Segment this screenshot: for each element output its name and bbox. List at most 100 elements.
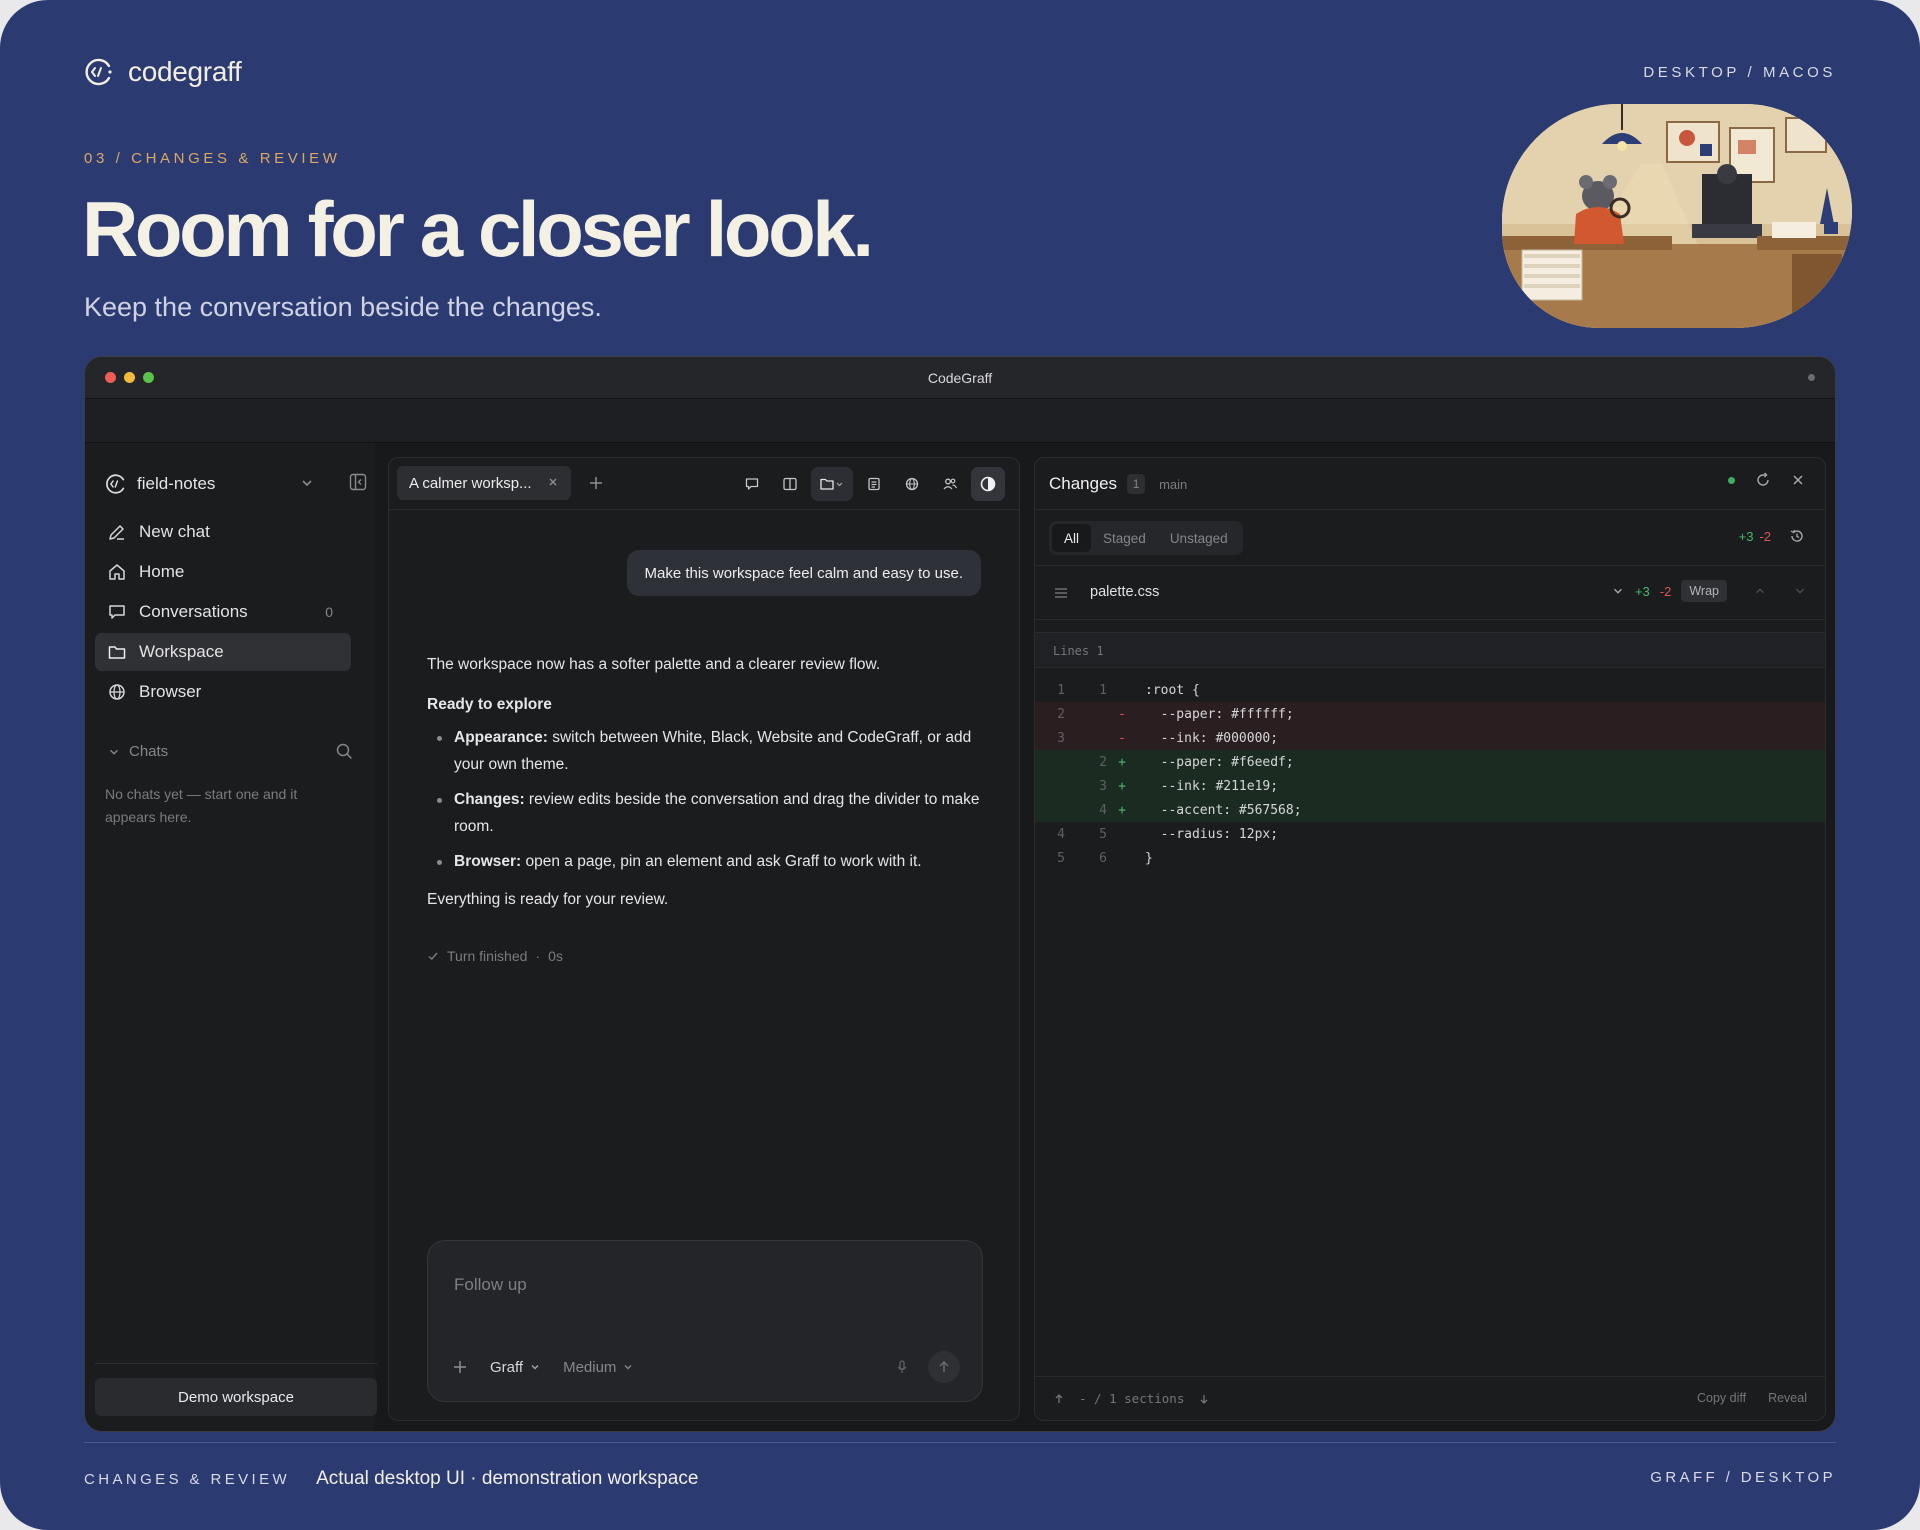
sidebar-item-conversations[interactable]: Conversations 0 bbox=[95, 593, 351, 631]
bullet-term: Browser: bbox=[454, 853, 522, 870]
arrow-up-icon[interactable] bbox=[1053, 1393, 1065, 1405]
file-additions: +3 bbox=[1634, 583, 1650, 599]
sidebar-item-label: Browser bbox=[139, 682, 202, 701]
sidebar-divider bbox=[95, 1363, 377, 1364]
split-view-button[interactable] bbox=[773, 467, 807, 501]
plus-icon[interactable] bbox=[452, 1359, 468, 1375]
effort-label: Medium bbox=[563, 1358, 617, 1376]
search-icon[interactable] bbox=[335, 742, 353, 760]
tab-conversation[interactable]: A calmer worksp... bbox=[397, 466, 571, 500]
copy-diff-button[interactable]: Copy diff bbox=[1697, 1391, 1746, 1405]
arrow-up-icon bbox=[939, 1360, 949, 1372]
chats-label: Chats bbox=[129, 743, 169, 760]
sidebar-item-workspace[interactable]: Workspace bbox=[95, 633, 351, 671]
list-item: Browser: open a page, pin an element and… bbox=[427, 848, 987, 875]
chevron-down-icon bbox=[110, 749, 118, 755]
old-line-number: 1 bbox=[1057, 682, 1065, 698]
users-icon bbox=[943, 478, 958, 490]
old-line-number: 3 bbox=[1057, 730, 1065, 746]
separator-dot: · bbox=[535, 948, 541, 964]
bullet-text: review edits beside the conversation and… bbox=[454, 791, 980, 835]
codegraff-logo-icon bbox=[85, 58, 112, 86]
changes-footer: - / 1 sections Copy diff Reveal bbox=[1035, 1376, 1825, 1420]
composer-actions bbox=[894, 1351, 960, 1383]
pencil-icon bbox=[109, 525, 124, 540]
new-line-number: 4 bbox=[1099, 802, 1107, 818]
home-icon bbox=[109, 564, 125, 580]
platform-label: DESKTOP / MACOS bbox=[1643, 64, 1836, 81]
turn-status-text: Turn finished bbox=[447, 948, 528, 964]
chevron-down-icon[interactable] bbox=[1793, 584, 1807, 598]
contrast-icon bbox=[980, 476, 996, 492]
chevron-up-icon[interactable] bbox=[1753, 584, 1767, 598]
chats-empty-state: No chats yet — start one and it appears … bbox=[105, 786, 298, 825]
footer-actions: Copy diff Reveal bbox=[1697, 1391, 1807, 1405]
user-message-bubble: Make this workspace feel calm and easy t… bbox=[626, 550, 981, 596]
collapse-sidebar-icon[interactable] bbox=[349, 473, 367, 491]
filter-all[interactable]: All bbox=[1052, 524, 1092, 552]
plus-icon[interactable] bbox=[587, 474, 605, 492]
chat-view-button[interactable] bbox=[735, 467, 769, 501]
bullet-text: open a page, pin an element and ask Graf… bbox=[521, 853, 922, 870]
refresh-icon[interactable] bbox=[1755, 472, 1771, 488]
chevron-down-icon[interactable] bbox=[1611, 584, 1625, 598]
diff-line: 5 6} bbox=[1035, 846, 1825, 870]
send-button[interactable] bbox=[928, 1351, 960, 1383]
new-line-number: 2 bbox=[1099, 754, 1107, 770]
assistant-message: The workspace now has a softer palette a… bbox=[427, 652, 987, 927]
filter-unstaged[interactable]: Unstaged bbox=[1158, 524, 1240, 552]
hero-headline: Room for a closer look. bbox=[82, 185, 874, 273]
sidebar-item-new-chat[interactable]: New chat bbox=[95, 513, 351, 551]
workshop-illustration bbox=[1502, 104, 1852, 328]
new-line-number: 6 bbox=[1099, 850, 1107, 866]
page: codegraff DESKTOP / MACOS 03 / CHANGES &… bbox=[0, 0, 1920, 1530]
file-deletions: -2 bbox=[1659, 583, 1672, 599]
sidebar-item-browser[interactable]: Browser bbox=[95, 673, 351, 711]
changes-header: Changes 1 main bbox=[1035, 458, 1825, 510]
bullet-term: Appearance: bbox=[454, 729, 548, 746]
sidebar-item-label: Conversations bbox=[139, 602, 248, 621]
reveal-button[interactable]: Reveal bbox=[1768, 1391, 1807, 1405]
diff-line: 4 + --accent: #567568; bbox=[1035, 798, 1825, 822]
diff-sign: + bbox=[1118, 802, 1126, 818]
model-selector[interactable]: Graff bbox=[490, 1359, 541, 1376]
filter-segmented-control: All Staged Unstaged bbox=[1049, 521, 1243, 555]
chat-bubble-icon bbox=[109, 605, 125, 619]
footer-left: CHANGES & REVIEW Actual desktop UI · dem… bbox=[84, 1468, 698, 1490]
brand-name: codegraff bbox=[128, 56, 242, 87]
file-header[interactable]: palette.css +3 -2 Wrap bbox=[1035, 566, 1825, 620]
code-text: --paper: #ffffff; bbox=[1145, 706, 1294, 722]
history-icon[interactable] bbox=[1789, 528, 1805, 544]
sections-counter: - / 1 sections bbox=[1079, 1391, 1185, 1406]
close-icon[interactable] bbox=[547, 476, 559, 488]
theme-toggle-button[interactable] bbox=[971, 467, 1005, 501]
composer[interactable]: Follow up Graff Medium bbox=[427, 1240, 983, 1402]
wrap-toggle-button[interactable]: Wrap bbox=[1681, 580, 1727, 602]
sidebar-nav: New chat Home Conversations 0 Workspace bbox=[95, 513, 351, 713]
follow-up-input[interactable]: Follow up bbox=[454, 1275, 527, 1295]
close-icon[interactable] bbox=[1791, 473, 1805, 487]
arrow-down-icon[interactable] bbox=[1198, 1393, 1210, 1405]
effort-selector[interactable]: Medium bbox=[563, 1359, 634, 1376]
files-view-button[interactable] bbox=[811, 467, 853, 501]
model-label: Graff bbox=[490, 1358, 524, 1376]
browser-view-button[interactable] bbox=[895, 467, 929, 501]
microphone-icon[interactable] bbox=[894, 1359, 910, 1375]
branch-label: main bbox=[1159, 476, 1188, 492]
filter-staged[interactable]: Staged bbox=[1091, 524, 1158, 552]
agents-view-button[interactable] bbox=[933, 467, 967, 501]
document-view-button[interactable] bbox=[857, 467, 891, 501]
deletions-count: -2 bbox=[1759, 528, 1771, 544]
sidebar-item-home[interactable]: Home bbox=[95, 553, 351, 591]
chats-section-header[interactable]: Chats bbox=[107, 743, 353, 760]
diff-sign: - bbox=[1118, 730, 1126, 746]
new-line-number: 5 bbox=[1099, 826, 1107, 842]
project-selector[interactable]: field-notes bbox=[105, 469, 315, 499]
code-text: --ink: #211e19; bbox=[1145, 778, 1279, 794]
footer-kicker: CHANGES & REVIEW bbox=[84, 1470, 291, 1488]
changes-filter-bar: All Staged Unstaged +3 -2 bbox=[1035, 510, 1825, 566]
old-line-number: 4 bbox=[1057, 826, 1065, 842]
demo-workspace-button[interactable]: Demo workspace bbox=[95, 1378, 377, 1416]
diff-view: 1 1:root {2- --paper: #ffffff; 3- --ink: #… bbox=[1035, 678, 1825, 870]
conversations-count: 0 bbox=[325, 604, 333, 620]
